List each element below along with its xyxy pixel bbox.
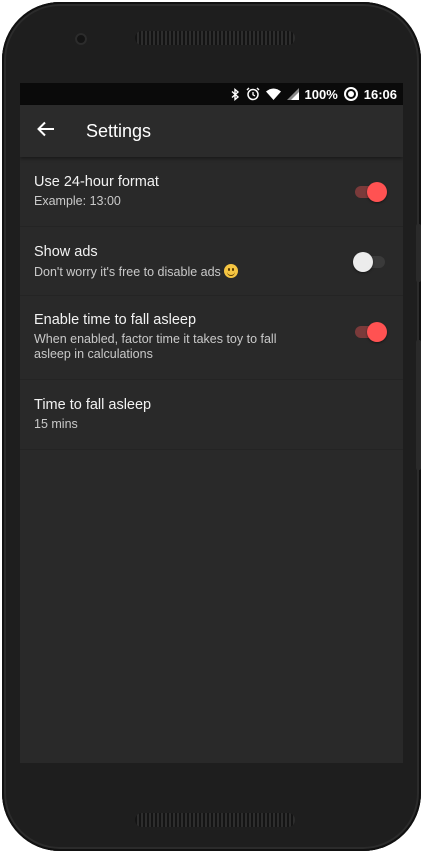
cell-signal-icon <box>286 88 299 100</box>
settings-list: Use 24-hour format Example: 13:00 Show a… <box>20 157 403 450</box>
setting-time-to-fall-asleep-enabled[interactable]: Enable time to fall asleep When enabled,… <box>20 296 403 380</box>
setting-24-hour-format[interactable]: Use 24-hour format Example: 13:00 <box>20 157 403 227</box>
bluetooth-icon <box>231 87 240 101</box>
arrow-left-icon <box>37 121 55 142</box>
status-time: 16:06 <box>363 86 397 102</box>
battery-percent: 100% <box>304 86 338 102</box>
back-button[interactable] <box>20 105 72 157</box>
battery-icon <box>343 87 358 101</box>
setting-show-ads[interactable]: Show ads Don't worry it's free to disabl… <box>20 227 403 296</box>
toggle-show-ads[interactable] <box>353 252 385 272</box>
earpiece-speaker <box>135 31 295 45</box>
screen: 100% 16:06 Settings Use 24-hour format E… <box>20 83 403 763</box>
toggle-24-hour-format[interactable] <box>355 182 387 202</box>
alarm-icon <box>246 87 260 101</box>
switch-thumb <box>367 182 387 202</box>
smiling-face-icon <box>223 264 238 278</box>
setting-summary: When enabled, factor time it takes toy t… <box>34 332 277 361</box>
setting-label: Time to fall asleep <box>34 397 152 413</box>
volume-button <box>416 340 421 470</box>
wifi-icon <box>265 88 281 100</box>
status-bar: 100% 16:06 <box>20 83 403 105</box>
setting-summary-text: Don't worry it's free to disable ads <box>34 265 221 279</box>
setting-summary: Example: 13:00 <box>34 194 121 208</box>
setting-label: Enable time to fall asleep <box>34 312 197 328</box>
power-button <box>416 224 421 282</box>
setting-time-to-fall-asleep[interactable]: Time to fall asleep 15 mins <box>20 380 403 450</box>
setting-label: Show ads <box>34 244 98 260</box>
setting-label: Use 24-hour format <box>34 174 159 190</box>
bottom-speaker <box>135 813 295 827</box>
setting-summary: Don't worry it's free to disable ads <box>34 264 389 280</box>
switch-thumb <box>353 252 373 272</box>
toggle-time-to-fall-asleep[interactable] <box>355 322 387 342</box>
front-camera <box>75 33 87 45</box>
setting-summary: 15 mins <box>34 417 78 431</box>
page-title: Settings <box>86 120 152 141</box>
app-toolbar: Settings <box>20 105 403 157</box>
switch-thumb <box>367 322 387 342</box>
